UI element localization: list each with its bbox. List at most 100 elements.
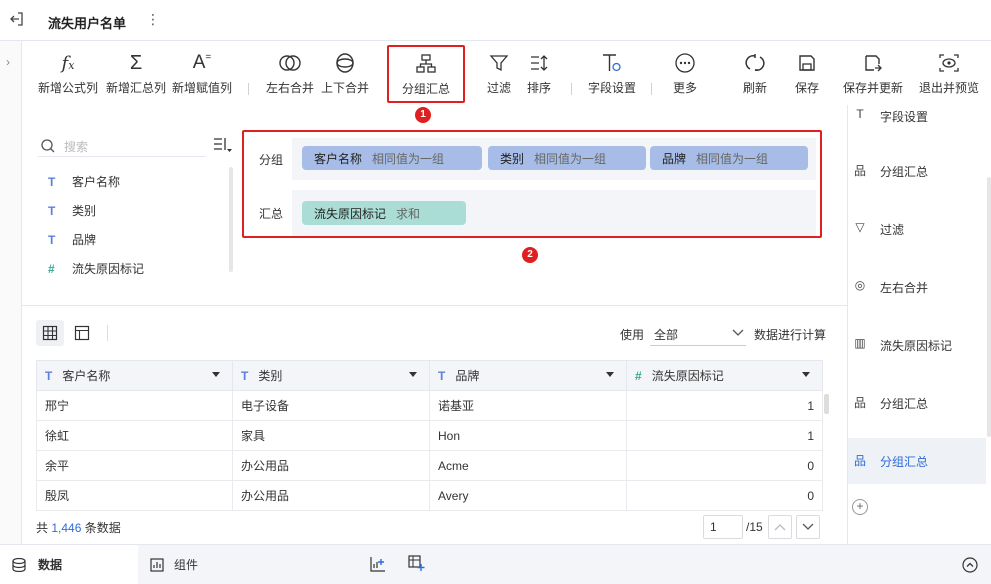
table-cell[interactable]: 1 xyxy=(626,390,823,421)
table-cell[interactable]: 徐虹 xyxy=(36,420,233,451)
table-scrollbar[interactable] xyxy=(824,394,829,414)
column-header[interactable]: T 类别 xyxy=(232,360,430,391)
field-name: 品牌 xyxy=(72,233,97,247)
field-scrollbar[interactable] xyxy=(229,167,233,272)
toolbar-separator xyxy=(248,83,249,95)
group-config-panel: 分组 客户名称 相同值为一组 类别 相同值为一组 品牌 相同值为一组 汇总 流失原因标… xyxy=(242,130,822,238)
chip-mode: 求和 xyxy=(396,206,421,221)
tool-label: 过滤 xyxy=(486,81,511,95)
exit-icon[interactable] xyxy=(10,12,24,26)
field-panel: 搜索 T 客户名称 T 类别 T 品牌 # 流失原因标记 xyxy=(22,130,240,305)
step-item[interactable]: 品 分组汇总 xyxy=(848,380,986,426)
next-page-button[interactable] xyxy=(796,515,820,539)
select-value: 全部 xyxy=(654,328,679,342)
merge-ud-icon xyxy=(317,49,373,77)
column-dropdown-icon[interactable] xyxy=(606,372,614,377)
group-chip[interactable]: 客户名称 相同值为一组 xyxy=(302,146,482,170)
field-search-input[interactable]: 搜索 xyxy=(38,135,206,157)
add-assign-column-button[interactable]: A= 新增赋值列 xyxy=(170,49,234,96)
sort-button[interactable]: 排序 xyxy=(522,49,556,96)
column-header[interactable]: # 流失原因标记 xyxy=(626,360,823,391)
step-item[interactable]: ◎ 左右合并 xyxy=(848,264,986,310)
summary-chip[interactable]: 流失原因标记 求和 xyxy=(302,201,466,225)
column-header[interactable]: T 客户名称 xyxy=(36,360,233,391)
merge-left-right-button[interactable]: 左右合并 xyxy=(262,49,318,96)
step-item[interactable]: ▥ 流失原因标记 xyxy=(848,322,986,368)
collapse-up-icon[interactable] xyxy=(962,557,978,573)
tab-components[interactable]: 组件 xyxy=(138,545,238,584)
steps-scrollbar[interactable] xyxy=(987,177,991,437)
column-dropdown-icon[interactable] xyxy=(212,372,220,377)
add-formula-column-button[interactable]: fx 新增公式列 xyxy=(36,49,100,96)
data-preview: 使用 全部 数据进行计算 T 客户名称 T 类别 T 品牌 # 流失原因标记 邢宁 电子设… xyxy=(22,306,847,544)
steps-panel: T 字段设置 品 分组汇总 ▽ 过滤 ◎ 左右合并 ▥ 流失原因标记 品 分组汇… xyxy=(847,105,991,544)
refresh-button[interactable]: 刷新 xyxy=(738,49,772,96)
text-type-icon: T xyxy=(45,369,53,383)
grid-icon xyxy=(42,325,58,341)
save-and-update-button[interactable]: 保存并更新 xyxy=(841,49,905,96)
table-cell[interactable]: Hon xyxy=(429,420,627,451)
merge-up-down-button[interactable]: 上下合并 xyxy=(317,49,373,96)
more-button[interactable]: 更多 xyxy=(666,49,704,96)
view-separator xyxy=(107,325,108,341)
add-step-button[interactable]: + xyxy=(852,499,868,515)
save-update-icon xyxy=(841,49,905,77)
field-settings-button[interactable]: 字段设置 xyxy=(584,49,640,96)
add-chart-icon[interactable] xyxy=(370,556,386,572)
column-name: 客户名称 xyxy=(62,369,111,383)
table-cell[interactable]: 电子设备 xyxy=(232,390,430,421)
step-label: 分组汇总 xyxy=(880,397,929,411)
group-summary-button[interactable]: 分组汇总 xyxy=(387,45,465,103)
group-chip[interactable]: 类别 相同值为一组 xyxy=(488,146,646,170)
page-input[interactable]: 1 xyxy=(703,515,743,539)
column-name: 类别 xyxy=(258,369,283,383)
filter-button[interactable]: 过滤 xyxy=(482,49,516,96)
table-cell[interactable]: 诺基亚 xyxy=(429,390,627,421)
layout-view-button[interactable] xyxy=(68,320,96,346)
table-cell[interactable]: 邢宁 xyxy=(36,390,233,421)
add-table-icon[interactable] xyxy=(408,555,425,572)
count-prefix: 共 xyxy=(36,521,49,535)
chart-icon xyxy=(150,557,164,572)
summary-label: 汇总 xyxy=(250,190,292,236)
step-item[interactable]: 品 分组汇总 xyxy=(848,148,986,194)
table-cell[interactable]: 殷凤 xyxy=(36,480,233,511)
step-label: 过滤 xyxy=(880,223,905,237)
table-cell[interactable]: 0 xyxy=(626,480,823,511)
merge-lr-icon: ◎ xyxy=(854,278,866,292)
field-name: 流失原因标记 xyxy=(72,262,145,276)
expand-chevron-icon[interactable]: › xyxy=(6,55,10,69)
step-item-active[interactable]: 品 分组汇总 xyxy=(848,438,986,484)
table-row: 殷凤 办公用品 Avery 0 xyxy=(36,480,823,511)
save-button[interactable]: 保存 xyxy=(790,49,824,96)
assign-icon: A= xyxy=(192,52,212,73)
table-cell[interactable]: 1 xyxy=(626,420,823,451)
group-chip[interactable]: 品牌 相同值为一组 xyxy=(650,146,808,170)
prev-page-button[interactable] xyxy=(768,515,792,539)
data-scope-select[interactable]: 全部 xyxy=(650,320,746,346)
table-cell[interactable]: 0 xyxy=(626,450,823,481)
table-cell[interactable]: Avery xyxy=(429,480,627,511)
column-header[interactable]: T 品牌 xyxy=(429,360,627,391)
table-cell[interactable]: 办公用品 xyxy=(232,450,430,481)
add-summary-column-button[interactable]: Σ 新增汇总列 xyxy=(104,49,168,96)
save-icon xyxy=(790,49,824,77)
chip-name: 类别 xyxy=(500,151,525,166)
table-cell[interactable]: 办公用品 xyxy=(232,480,430,511)
field-sort-icon[interactable] xyxy=(212,136,232,154)
refresh-icon xyxy=(738,49,772,77)
kebab-menu-icon[interactable]: ⋮ xyxy=(146,11,160,28)
grid-view-button[interactable] xyxy=(36,320,64,346)
exit-and-preview-button[interactable]: 退出并预览 xyxy=(917,49,981,96)
column-dropdown-icon[interactable] xyxy=(802,372,810,377)
table-cell[interactable]: 家具 xyxy=(232,420,430,451)
table-cell[interactable]: Acme xyxy=(429,450,627,481)
tool-label: 新增公式列 xyxy=(37,81,98,95)
calc-suffix: 数据进行计算 xyxy=(754,328,827,342)
column-dropdown-icon[interactable] xyxy=(409,372,417,377)
chevron-down-icon xyxy=(802,523,814,530)
step-item[interactable]: ▽ 过滤 xyxy=(848,206,986,252)
tab-data[interactable]: 数据 xyxy=(0,545,138,584)
table-cell[interactable]: 余平 xyxy=(36,450,233,481)
step-item[interactable]: T 字段设置 xyxy=(848,93,986,139)
